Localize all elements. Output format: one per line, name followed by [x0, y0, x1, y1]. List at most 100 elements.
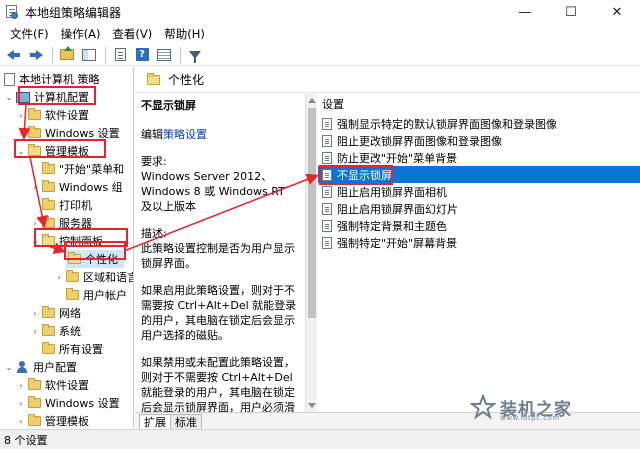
minimize-button[interactable]: —: [502, 0, 548, 24]
collapse-icon[interactable]: ⌄: [4, 93, 14, 102]
details-view-button[interactable]: [154, 46, 174, 64]
tree-item-personalization[interactable]: 个性化: [66, 250, 124, 268]
settings-column-header[interactable]: 设置: [318, 94, 640, 114]
tree-item-label: 个性化: [85, 253, 118, 266]
properties-icon: [114, 48, 126, 61]
tree-item-user-admin-templates[interactable]: › 管理模板: [16, 412, 89, 429]
tree-item-user-windows-settings[interactable]: › Windows 设置: [16, 394, 120, 412]
setting-row-prevent-lock-slideshow[interactable]: 阻止启用锁屏界面幻灯片: [318, 200, 640, 217]
back-button[interactable]: [4, 46, 24, 64]
folder-open-icon: [68, 252, 81, 264]
folder-icon: [42, 324, 55, 336]
maximize-icon: ☐: [565, 4, 577, 20]
settings-list: 设置 强制显示特定的默认锁屏界面图像和登录图像 阻止更改锁屏界面图像和登录图像 …: [318, 94, 640, 412]
tree-item-admin-templates[interactable]: ⌄ 管理模板: [16, 142, 89, 160]
help-button[interactable]: ?: [132, 46, 152, 64]
detail-header: 个性化: [135, 67, 640, 93]
tree-item-user-software-settings[interactable]: › 软件设置: [16, 376, 89, 394]
expand-icon[interactable]: ›: [16, 381, 26, 390]
toolbar: ?: [0, 44, 640, 66]
folder-icon: [28, 378, 41, 390]
tree-item-printers[interactable]: 打印机: [30, 196, 92, 214]
collapse-icon[interactable]: ⌄: [4, 363, 14, 372]
show-hide-tree-button[interactable]: [79, 46, 99, 64]
setting-row-prevent-lock-camera[interactable]: 阻止启用锁屏界面相机: [318, 183, 640, 200]
close-button[interactable]: ✕: [594, 0, 640, 24]
folder-icon: [28, 414, 41, 426]
up-one-level-button[interactable]: [57, 46, 77, 64]
tree-item-system[interactable]: › 系统: [30, 322, 81, 340]
expand-icon[interactable]: ›: [30, 219, 40, 228]
expand-icon[interactable]: ›: [16, 111, 26, 120]
folder-up-icon: [60, 46, 74, 60]
detail-header-title: 个性化: [168, 73, 205, 87]
menu-action[interactable]: 操作(A): [55, 26, 107, 42]
expand-icon[interactable]: ›: [54, 273, 64, 282]
policy-tree: 本地计算机 策略 ⌄ 计算机配置 › 软件设置 › Windows 设置 ⌄ 管…: [0, 67, 134, 429]
expand-icon[interactable]: ›: [30, 309, 40, 318]
tree-item-user-config[interactable]: ⌄ 用户配置: [4, 358, 77, 376]
expand-icon[interactable]: ›: [30, 183, 40, 192]
folder-icon: [42, 180, 55, 192]
tree-item-all-settings[interactable]: 所有设置: [30, 340, 103, 358]
setting-row-force-start-bg[interactable]: 强制特定"开始"屏幕背景: [318, 234, 640, 251]
tab-standard[interactable]: 标准: [170, 414, 202, 429]
toolbar-divider: [180, 46, 181, 63]
tree-item-label: 网络: [59, 307, 81, 320]
tree-item-control-panel[interactable]: ⌄ 控制面板: [30, 232, 103, 250]
tree-item-start-menu[interactable]: "开始"菜单和: [30, 160, 124, 178]
policy-description-pane: 不显示锁屏 编辑策略设置 要求: Windows Server 2012、Win…: [135, 94, 305, 412]
setting-row-force-bg-theme-color[interactable]: 强制特定背景和主题色: [318, 217, 640, 234]
expand-icon[interactable]: ›: [16, 399, 26, 408]
maximize-button[interactable]: ☐: [548, 0, 594, 24]
menu-file[interactable]: 文件(F): [4, 26, 55, 42]
filter-icon: [189, 50, 201, 63]
tree-item-windows-components[interactable]: › Windows 组: [30, 178, 123, 196]
scroll-up-icon[interactable]: [308, 98, 316, 103]
tree-item-label: 管理模板: [45, 145, 89, 158]
edit-policy-link[interactable]: 策略设置: [163, 128, 207, 141]
description-scrollbar[interactable]: [305, 94, 317, 412]
folder-open-icon: [28, 144, 41, 156]
policy-setting-icon: [322, 151, 332, 164]
policy-setting-icon: [322, 134, 332, 147]
setting-row-no-lock-screen[interactable]: 不显示锁屏: [318, 166, 640, 183]
setting-row-prevent-change-lock-image[interactable]: 阻止更改锁屏界面图像和登录图像: [318, 132, 640, 149]
setting-row-prevent-change-start-bg[interactable]: 防止更改"开始"菜单背景: [318, 149, 640, 166]
tree-item-root[interactable]: 本地计算机 策略: [2, 70, 100, 88]
tree-item-label: 所有设置: [59, 343, 103, 356]
expand-icon[interactable]: ›: [16, 417, 26, 426]
edit-policy-line: 编辑策略设置: [141, 127, 299, 142]
forward-button[interactable]: [26, 46, 46, 64]
filter-button[interactable]: [185, 46, 205, 64]
expand-icon[interactable]: ›: [16, 129, 26, 138]
tree-item-label: 软件设置: [45, 109, 89, 122]
collapse-icon[interactable]: ⌄: [16, 147, 26, 156]
user-icon: [16, 360, 29, 374]
tree-item-network[interactable]: › 网络: [30, 304, 81, 322]
tree-item-label: 计算机配置: [34, 91, 89, 104]
tree-item-user-accounts[interactable]: 用户帐户: [54, 286, 127, 304]
menu-view[interactable]: 查看(V): [106, 26, 158, 42]
expand-icon[interactable]: ›: [30, 327, 40, 336]
tab-extended[interactable]: 扩展: [139, 414, 171, 429]
tree-item-windows-settings[interactable]: › Windows 设置: [16, 124, 120, 142]
scroll-down-icon[interactable]: [308, 403, 316, 408]
tree-item-label: Windows 组: [59, 181, 123, 194]
setting-row-force-default-lock-image[interactable]: 强制显示特定的默认锁屏界面图像和登录图像: [318, 115, 640, 132]
menu-help[interactable]: 帮助(H): [158, 26, 211, 42]
policy-setting-icon: [322, 185, 332, 198]
tree-item-label: 用户配置: [33, 361, 77, 374]
collapse-icon[interactable]: ⌄: [30, 237, 40, 246]
tree-item-server[interactable]: › 服务器: [30, 214, 92, 232]
scrollbar-thumb[interactable]: [308, 108, 316, 318]
forward-arrow-icon: [29, 49, 43, 61]
tree-item-computer-config[interactable]: ⌄ 计算机配置: [4, 88, 89, 106]
folder-icon: [42, 162, 55, 174]
properties-button[interactable]: [110, 46, 130, 64]
tree-item-software-settings[interactable]: › 软件设置: [16, 106, 89, 124]
requirements-text: Windows Server 2012、Windows 8 或 Windows …: [141, 170, 285, 213]
tree-item-label: 控制面板: [59, 235, 103, 248]
tree-item-region-language[interactable]: › 区域和语言: [54, 268, 133, 286]
tree-item-label: 用户帐户: [83, 289, 127, 302]
